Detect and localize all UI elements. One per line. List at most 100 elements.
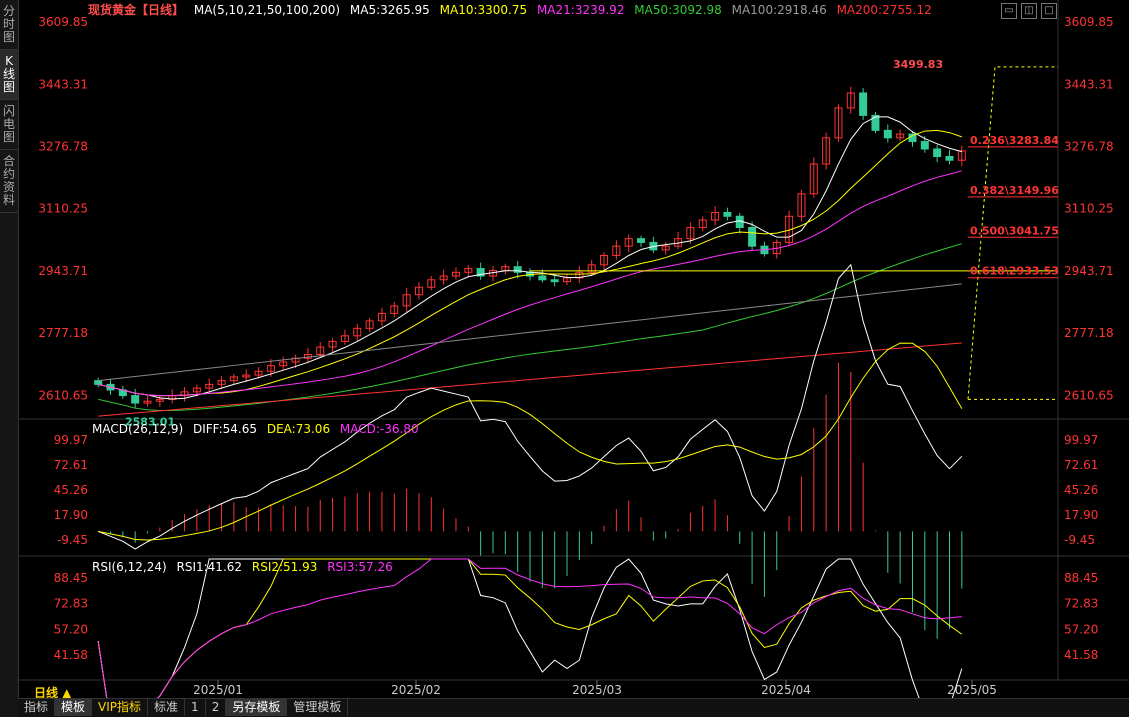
macd-value: MACD:-36.80 <box>339 422 419 436</box>
price-tick-left: 3110.25 <box>38 202 88 216</box>
candle-body <box>834 107 843 139</box>
price-tick-left: 3276.78 <box>38 139 88 153</box>
candle-body <box>550 279 559 283</box>
rsi2-line <box>97 558 963 717</box>
tab-manage-template[interactable]: 管理模板 <box>287 699 349 716</box>
candle-body <box>526 271 534 277</box>
candle-body <box>365 320 374 329</box>
candle-body <box>600 254 609 266</box>
price-tick-right: 2777.18 <box>1064 326 1114 340</box>
candle-body <box>735 215 744 228</box>
rsi-header: RSI(6,12,24) RSI1:41.62 RSI2:51.93 RSI3:… <box>92 560 399 574</box>
candle-body <box>896 133 905 139</box>
price-tick-left: 2777.18 <box>38 326 88 340</box>
ma10-line <box>98 129 962 397</box>
candle-body <box>674 238 683 247</box>
price-tick-right: 2943.71 <box>1064 264 1114 278</box>
fib-level-label: 0.500\3041.75 <box>970 224 1059 237</box>
maximize-icon[interactable]: □ <box>1041 3 1057 19</box>
rsi-tick-right: 88.45 <box>1064 571 1098 585</box>
macd-tick-right: 17.90 <box>1064 508 1098 522</box>
rsi-tick-right: 57.20 <box>1064 622 1098 636</box>
candle-body <box>488 269 497 277</box>
date-tick-label: 2025/03 <box>572 683 622 697</box>
sidebar: 分时图 K线图 闪电图 合约资料 <box>0 0 19 717</box>
candle-body <box>168 395 177 400</box>
date-tick-label: 2025/02 <box>391 683 441 697</box>
candle-body <box>501 266 510 271</box>
candle-body <box>612 245 621 256</box>
chart-header: 现货黄金【日线】 MA(5,10,21,50,100,200) MA5:3265… <box>88 0 988 20</box>
candle-body <box>377 312 386 322</box>
candle-body <box>945 155 954 161</box>
ma50-value: MA50:3092.98 <box>634 3 722 17</box>
fib-level-label: 0.382\3149.96 <box>970 184 1059 197</box>
rsi3-value: RSI3:57.26 <box>327 560 393 574</box>
candle-body <box>266 365 275 372</box>
price-tick-right: 3276.78 <box>1064 139 1114 153</box>
candle-body <box>143 400 152 404</box>
macd-tick-left: 99.97 <box>54 433 88 447</box>
candle-body <box>106 383 115 391</box>
tab-vip-indicator[interactable]: VIP指标 <box>92 699 149 716</box>
rsi-tick-right: 72.83 <box>1064 597 1098 611</box>
tab-contract-info[interactable]: 合约资料 <box>0 150 18 213</box>
candle-body <box>94 380 103 385</box>
price-tick-right: 2610.65 <box>1064 388 1114 402</box>
rsi-tick-right: 41.58 <box>1064 648 1098 662</box>
ma200-value: MA200:2755.12 <box>836 3 932 17</box>
candle-body <box>303 353 312 359</box>
candle-body <box>587 264 596 273</box>
candle-body <box>279 361 288 367</box>
macd-dea: DEA:73.06 <box>266 422 331 436</box>
candle-body <box>254 370 263 376</box>
tab-kline-chart[interactable]: K线图 <box>0 50 18 100</box>
tab-flash-chart[interactable]: 闪电图 <box>0 100 18 150</box>
candle-body <box>563 277 572 283</box>
ma50-line <box>98 243 962 412</box>
candle-body <box>414 286 423 296</box>
ma200-line <box>98 342 962 417</box>
candle-body <box>575 271 584 279</box>
rsi-tick-left: 41.58 <box>54 648 88 662</box>
rsi1-value: RSI1:41.62 <box>176 560 243 574</box>
tab-1[interactable]: 1 <box>185 699 206 716</box>
date-tick-label: 2025/05 <box>947 683 997 697</box>
candle-body <box>809 163 818 195</box>
fib-level-label: 0.236\3283.84 <box>970 134 1059 147</box>
candle-body <box>723 212 732 217</box>
tab-2[interactable]: 2 <box>206 699 227 716</box>
tab-time-chart[interactable]: 分时图 <box>0 0 18 50</box>
tab-save-template[interactable]: 另存模板 <box>226 699 288 716</box>
candle-body <box>427 279 436 288</box>
rsi-label: RSI(6,12,24) <box>92 560 167 574</box>
kline-chart: 3609.85 3609.85 3443.31 3443.31 3276.78 3276.… <box>18 0 1129 717</box>
candle-body <box>131 395 140 404</box>
ma21-value: MA21:3239.92 <box>536 3 625 17</box>
restore-icon[interactable]: ▭ <box>1001 3 1017 19</box>
candle-body <box>242 374 251 378</box>
candle-body <box>624 238 633 247</box>
macd-tick-left: 17.90 <box>54 508 88 522</box>
macd-tick-left: 72.61 <box>54 458 88 472</box>
candle-body <box>846 92 855 109</box>
tab-template[interactable]: 模板 <box>55 699 93 716</box>
dea-line <box>98 342 963 541</box>
candle-body <box>205 383 214 389</box>
candle-body <box>822 137 831 165</box>
tab-standard[interactable]: 标准 <box>148 699 186 716</box>
candle-body <box>859 92 868 116</box>
candle-body <box>920 141 929 150</box>
price-tick-right: 3609.85 <box>1064 15 1114 29</box>
candle-body <box>316 346 325 355</box>
candle-body <box>402 294 411 307</box>
candle-body <box>772 241 781 255</box>
tab-indicator[interactable]: 指标 <box>18 699 56 716</box>
candle-body <box>933 148 942 157</box>
rsi3-line <box>97 558 962 717</box>
fib-level-label: 0.618\2933.53 <box>970 265 1059 278</box>
candle-body <box>217 380 226 385</box>
ma10-value: MA10:3300.75 <box>439 3 528 17</box>
split-icon[interactable]: ◫ <box>1021 3 1037 19</box>
macd-header: MACD(26,12,9) DIFF:54.65 DEA:73.06 MACD:… <box>92 422 425 436</box>
